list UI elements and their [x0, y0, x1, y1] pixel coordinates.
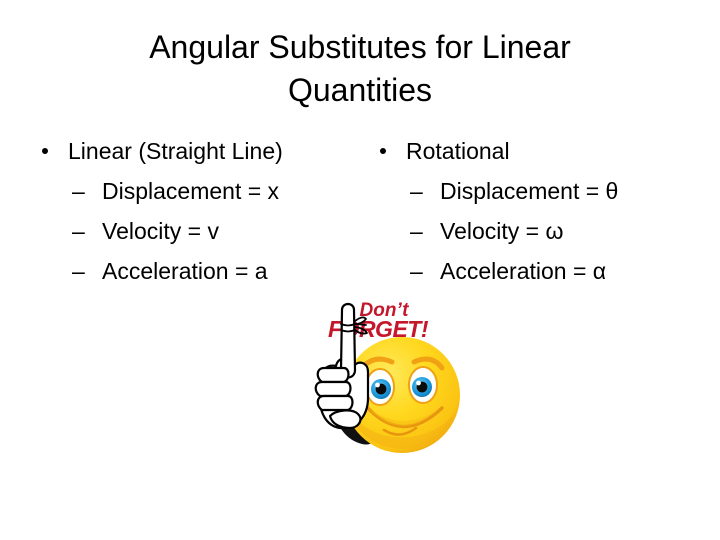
page-title-line-1: Angular Substitutes for Linear — [149, 29, 571, 65]
bullet-linear-heading-label: Linear (Straight Line) — [68, 138, 283, 164]
bullet-dot-icon — [380, 148, 386, 154]
bullet-linear-heading: Linear (Straight Line) — [34, 131, 364, 171]
sub-bullet-linear-acceleration-label: Acceleration = a — [102, 258, 268, 284]
dash-bullet-icon: – — [72, 178, 85, 204]
content-columns: Linear (Straight Line) – Displacement = … — [0, 131, 720, 291]
sub-bullet-linear-acceleration: – Acceleration = a — [34, 251, 364, 291]
dash-bullet-icon: – — [72, 258, 85, 284]
sub-bullet-rotational-acceleration: – Acceleration = α — [372, 251, 702, 291]
dash-bullet-icon: – — [410, 218, 423, 244]
eye-right — [408, 366, 438, 404]
sub-bullet-rotational-acceleration-label: Acceleration = α — [440, 258, 607, 284]
sub-bullet-rotational-velocity-label: Velocity = ω — [440, 218, 564, 244]
sub-bullet-linear-displacement: – Displacement = x — [34, 171, 364, 211]
page-title: Angular Substitutes for Linear Quantitie… — [40, 26, 680, 112]
dont-forget-smiley-image: Don’t FORGET! — [296, 290, 472, 470]
dash-bullet-icon: – — [410, 178, 423, 204]
page-title-line-2: Quantities — [287, 72, 433, 108]
folded-finger-1 — [316, 366, 350, 384]
folded-finger-3 — [316, 394, 354, 412]
sub-bullet-rotational-displacement: – Displacement = θ — [372, 171, 702, 211]
sub-bullet-rotational-displacement-label: Displacement = θ — [440, 178, 619, 204]
sub-bullet-linear-velocity-label: Velocity = v — [102, 218, 219, 244]
index-finger — [339, 302, 357, 379]
bullet-rotational-heading-label: Rotational — [406, 138, 510, 164]
bullet-dot-icon — [42, 148, 48, 154]
column-rotational: Rotational – Displacement = θ – Velocity… — [372, 131, 702, 291]
hand-pointing-up — [314, 302, 370, 430]
sub-bullet-rotational-velocity: – Velocity = ω — [372, 211, 702, 251]
sub-bullet-linear-velocity: – Velocity = v — [34, 211, 364, 251]
column-linear: Linear (Straight Line) – Displacement = … — [34, 131, 364, 291]
slide-canvas: Angular Substitutes for Linear Quantitie… — [0, 0, 720, 540]
dash-bullet-icon: – — [72, 218, 85, 244]
sub-bullet-linear-displacement-label: Displacement = x — [102, 178, 280, 204]
dash-bullet-icon: – — [410, 258, 423, 284]
folded-finger-2 — [314, 380, 352, 398]
eye-left — [365, 368, 395, 406]
bullet-rotational-heading: Rotational — [372, 131, 702, 171]
